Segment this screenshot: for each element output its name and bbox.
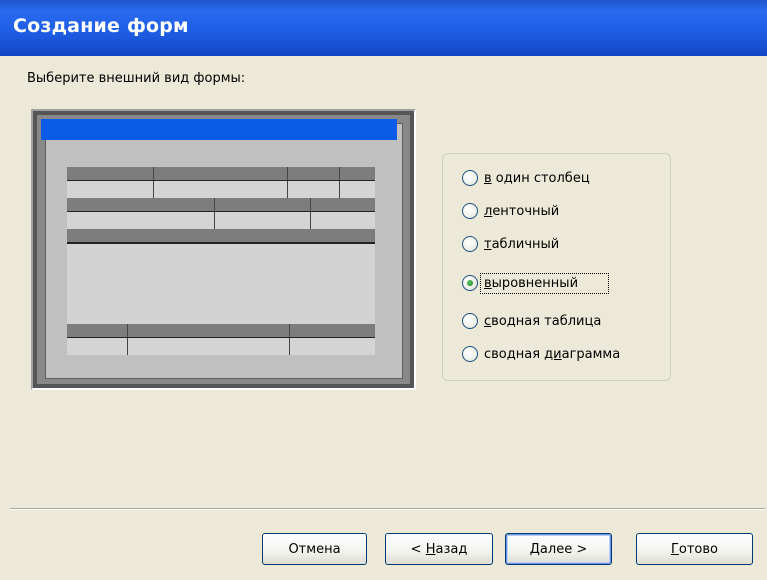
option-label: сводная таблица [484, 313, 602, 329]
preview-field-row [67, 180, 375, 198]
option-label: ленточный [484, 203, 560, 219]
back-button[interactable]: < Назад [385, 533, 493, 565]
preview-field-row [67, 211, 375, 229]
radio-button[interactable] [462, 313, 478, 329]
option-label: в один столбец [484, 170, 590, 186]
radio-button[interactable] [462, 236, 478, 252]
cancel-button[interactable]: Отмена [262, 533, 367, 565]
preview-label-row [67, 167, 375, 180]
option-columnar[interactable]: в один столбец [462, 167, 593, 189]
wizard-title: Создание форм [13, 15, 189, 37]
cancel-label: Отмена [288, 541, 341, 557]
finish-button[interactable]: Готово [636, 533, 753, 565]
layout-preview-canvas [37, 115, 410, 384]
option-label: выровненный [479, 272, 610, 294]
preview-label-row [67, 198, 375, 211]
layout-preview-form-header [41, 119, 397, 140]
preview-memo-field [67, 242, 375, 324]
preview-label-row [67, 229, 375, 242]
next-button[interactable]: Далее > [505, 533, 612, 565]
layout-preview [31, 109, 416, 390]
next-label: Далее > [529, 541, 588, 557]
option-tabular[interactable]: ленточный [462, 200, 562, 222]
radio-button[interactable] [462, 203, 478, 219]
footer-divider [10, 508, 765, 510]
wizard-title-bar: Создание форм [0, 0, 767, 56]
layout-prompt: Выберите внешний вид формы: [27, 71, 246, 86]
option-justified[interactable]: выровненный [462, 272, 610, 294]
back-label: < Назад [410, 541, 468, 557]
finish-label: Готово [670, 541, 719, 557]
preview-field-row [67, 337, 375, 355]
preview-label-row [67, 324, 375, 337]
option-label: табличный [484, 236, 560, 252]
option-pivotchart[interactable]: сводная диаграмма [462, 343, 623, 365]
option-pivottable[interactable]: сводная таблица [462, 310, 604, 332]
layout-preview-fields [67, 167, 375, 355]
option-datasheet[interactable]: табличный [462, 233, 562, 255]
option-label: сводная диаграмма [484, 346, 621, 362]
radio-button-selected[interactable] [462, 275, 478, 291]
radio-button[interactable] [462, 170, 478, 186]
radio-button[interactable] [462, 346, 478, 362]
